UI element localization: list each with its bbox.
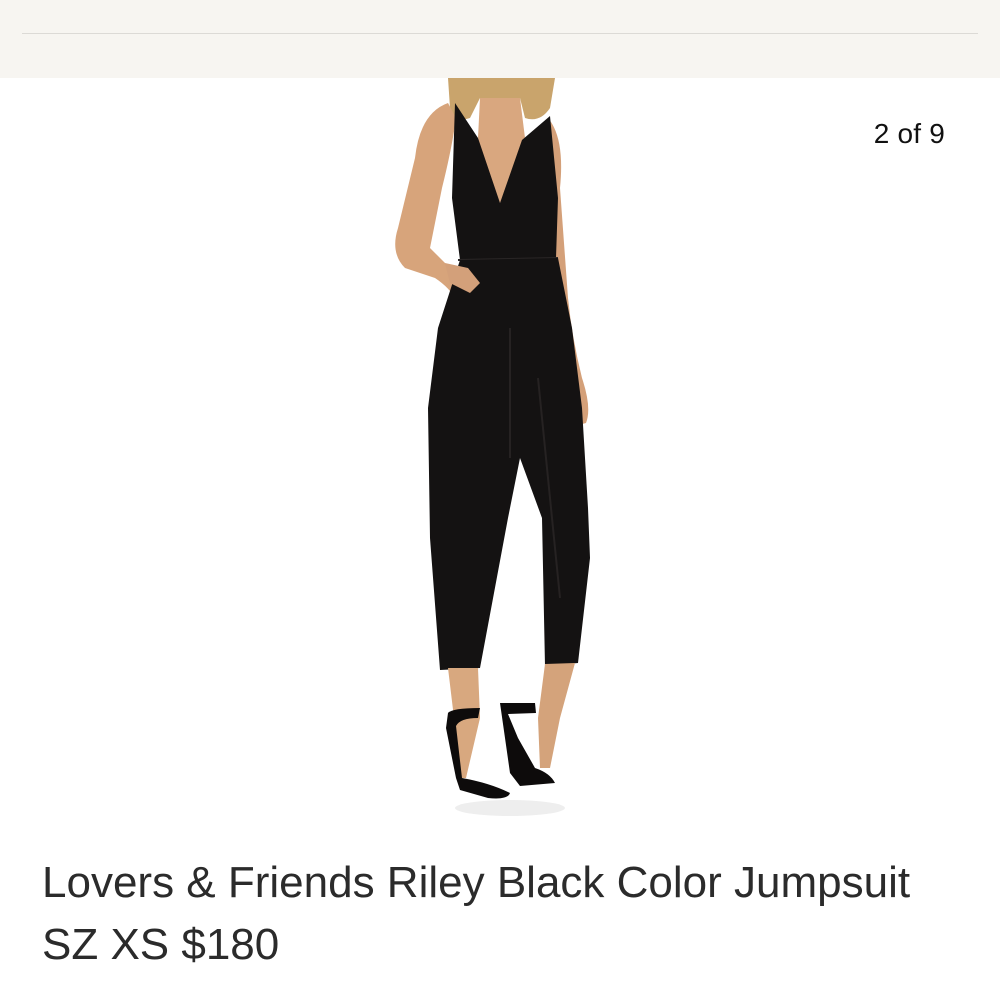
floor-reflection [455,800,565,816]
right-calf [538,663,575,768]
image-counter: 2 of 9 [873,118,945,149]
product-photo[interactable] [360,78,660,823]
jumpsuit-pants [428,258,590,670]
image-gallery[interactable]: 2 of 9 [0,78,1000,823]
listing-title: Lovers & Friends Riley Black Color Jumps… [42,858,911,969]
top-bar [0,0,1000,78]
top-bar-divider [22,33,978,34]
